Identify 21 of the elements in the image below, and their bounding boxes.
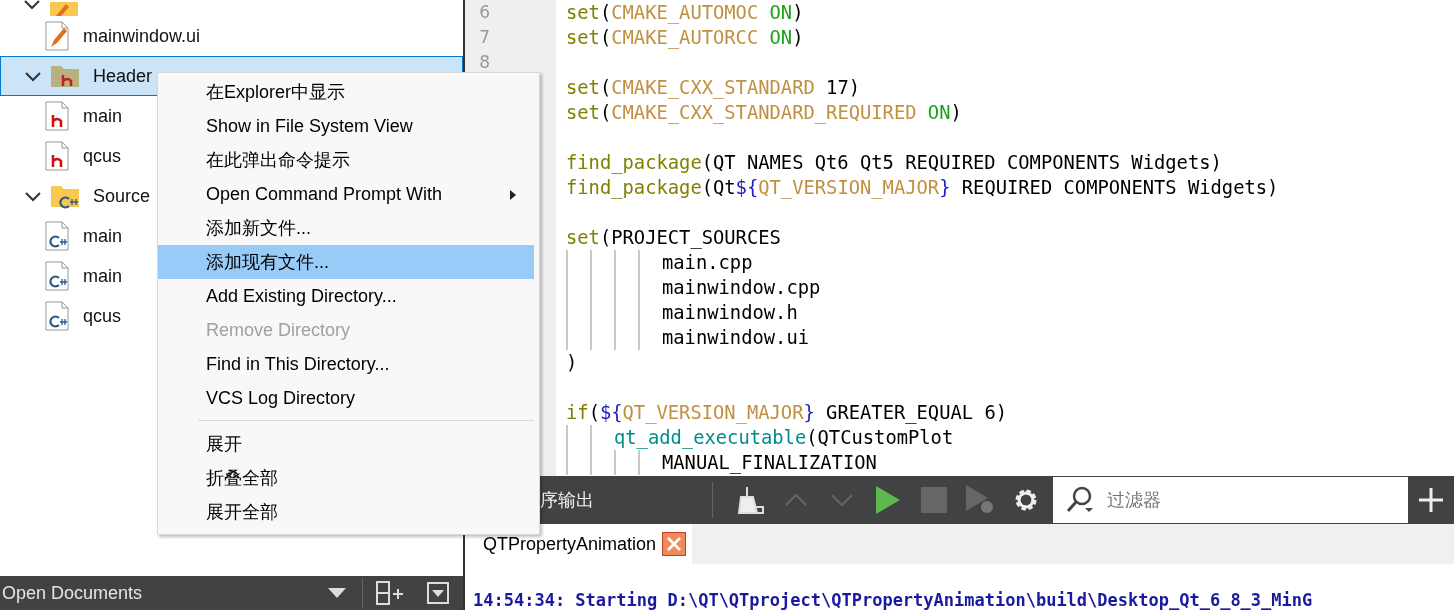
code-line: find_package(Qt${QT_VERSION_MAJOR} REQUIRED COMPONENTS Widgets) (566, 176, 1279, 200)
output-line: 14:54:34: Starting D:\QT\QTproject\QTPropertyAnimation\build\Desktop_Qt_6_8_3_MinG (473, 589, 1314, 610)
code-line: main.cpp (662, 251, 753, 275)
code-line: mainwindow.h (662, 301, 798, 325)
code-line: MANUAL_FINALIZATION (662, 451, 877, 475)
open-documents-title: Open Documents (1, 581, 144, 605)
pane-title: 序输出 (539, 488, 595, 512)
code-line: set(CMAKE_AUTORCC ON) (566, 26, 804, 50)
line-number: 7 (479, 27, 490, 47)
code-line: mainwindow.ui (662, 326, 809, 350)
code-line: if(${QT_VERSION_MAJOR} GREATER_EQUAL 6) (566, 401, 1008, 425)
code-line: set(CMAKE_CXX_STANDARD_REQUIRED ON) (566, 101, 962, 125)
code-line: set(CMAKE_AUTOMOC ON) (566, 1, 804, 25)
line-number: 8 (479, 52, 490, 72)
code-line: qt_add_executable(QTCustomPlot (614, 426, 954, 450)
code-line: find_package(QT NAMES Qt6 Qt5 REQUIRED COMPONENTS Widgets) (566, 151, 1222, 175)
code-line: mainwindow.cpp (662, 276, 821, 300)
line-number: 6 (479, 2, 490, 22)
code-line: ) (566, 351, 578, 375)
code-line: set(PROJECT_SOURCES (566, 226, 781, 250)
code-line: set(CMAKE_CXX_STANDARD 17) (566, 76, 860, 100)
